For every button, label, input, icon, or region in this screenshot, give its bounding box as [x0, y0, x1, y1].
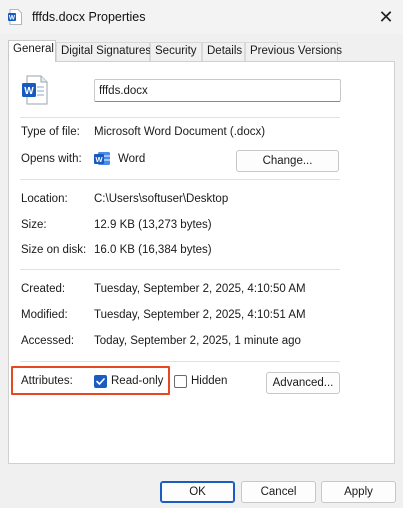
close-icon: ✕ — [378, 6, 394, 27]
word-doc-icon: W — [8, 9, 22, 25]
hidden-checkbox[interactable] — [174, 375, 187, 388]
tab-details[interactable]: Details — [202, 42, 245, 61]
location-value: C:\Users\softuser\Desktop — [94, 193, 229, 205]
general-panel: W Type of file: Microsoft Word Document … — [8, 61, 395, 464]
size-label: Size: — [21, 219, 47, 231]
divider — [20, 361, 340, 362]
divider — [20, 179, 340, 180]
type-value: Microsoft Word Document (.docx) — [94, 126, 266, 138]
location-label: Location: — [21, 193, 68, 205]
size-on-disk-label: Size on disk: — [21, 244, 87, 256]
tab-security[interactable]: Security — [150, 42, 202, 61]
tab-general[interactable]: General — [8, 40, 56, 62]
attributes-label: Attributes: — [21, 375, 73, 387]
created-value: Tuesday, September 2, 2025, 4:10:50 AM — [94, 283, 306, 295]
checkmark-icon — [96, 378, 105, 385]
opens-with-value: Word — [118, 153, 146, 165]
readonly-checkbox[interactable] — [94, 375, 107, 388]
modified-label: Modified: — [21, 309, 68, 321]
accessed-value: Today, September 2, 2025, 1 minute ago — [94, 335, 301, 347]
readonly-label[interactable]: Read-only — [111, 375, 163, 387]
filename-input[interactable] — [94, 79, 341, 102]
tab-digital-signatures[interactable]: Digital Signatures — [56, 42, 151, 61]
svg-text:W: W — [24, 86, 34, 97]
created-label: Created: — [21, 283, 66, 295]
word-doc-icon: W — [21, 75, 49, 108]
size-value: 12.9 KB (13,273 bytes) — [94, 219, 212, 231]
type-label: Type of file: — [21, 126, 80, 138]
divider — [20, 269, 340, 270]
window-title: fffds.docx Properties — [32, 10, 146, 24]
close-button[interactable]: ✕ — [369, 0, 403, 34]
accessed-label: Accessed: — [21, 335, 75, 347]
advanced-button[interactable]: Advanced... — [266, 372, 340, 394]
modified-value: Tuesday, September 2, 2025, 4:10:51 AM — [94, 309, 306, 321]
svg-text:W: W — [9, 15, 16, 22]
size-on-disk-value: 16.0 KB (16,384 bytes) — [94, 244, 212, 256]
apply-button[interactable]: Apply — [321, 481, 396, 503]
tab-previous-versions[interactable]: Previous Versions — [245, 42, 342, 61]
ok-button[interactable]: OK — [160, 481, 235, 503]
divider — [20, 117, 340, 118]
opens-with-label: Opens with: — [21, 153, 82, 165]
title-bar: W fffds.docx Properties ✕ — [0, 0, 403, 34]
hidden-label[interactable]: Hidden — [191, 375, 227, 387]
svg-text:W: W — [95, 155, 103, 164]
cancel-button[interactable]: Cancel — [241, 481, 316, 503]
word-app-icon: W — [94, 151, 111, 169]
change-button[interactable]: Change... — [236, 150, 339, 172]
